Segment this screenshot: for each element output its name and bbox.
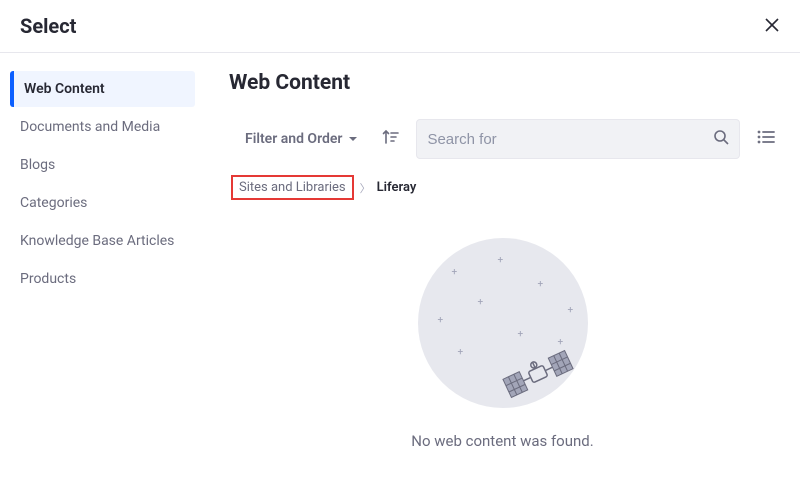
sort-icon[interactable] bbox=[378, 124, 404, 154]
sidebar-item-products[interactable]: Products bbox=[10, 261, 195, 297]
modal-header: Select bbox=[0, 0, 800, 53]
modal-body: Web Content Documents and Media Blogs Ca… bbox=[0, 53, 800, 504]
search-field[interactable] bbox=[416, 119, 740, 159]
breadcrumb-root-link[interactable]: Sites and Libraries bbox=[231, 175, 354, 200]
sidebar: Web Content Documents and Media Blogs Ca… bbox=[0, 53, 205, 504]
sidebar-item-label: Documents and Media bbox=[20, 119, 160, 135]
close-icon[interactable] bbox=[764, 16, 780, 36]
sidebar-item-categories[interactable]: Categories bbox=[10, 185, 195, 221]
page-title: Web Content bbox=[229, 71, 780, 95]
sidebar-item-label: Products bbox=[20, 271, 76, 287]
breadcrumb: Sites and Libraries 〉 Liferay bbox=[231, 175, 780, 200]
modal-title: Select bbox=[20, 14, 76, 38]
empty-state: + + + + + + + + + bbox=[225, 218, 780, 504]
sidebar-item-label: Blogs bbox=[20, 157, 55, 173]
sidebar-item-documents-media[interactable]: Documents and Media bbox=[10, 109, 195, 145]
filter-order-dropdown[interactable]: Filter and Order bbox=[237, 125, 366, 153]
caret-down-icon bbox=[348, 134, 358, 144]
empty-illustration: + + + + + + + + + bbox=[418, 238, 588, 408]
main-panel: Web Content Filter and Order bbox=[205, 53, 800, 504]
search-icon[interactable] bbox=[713, 129, 729, 149]
sidebar-item-blogs[interactable]: Blogs bbox=[10, 147, 195, 183]
sidebar-item-web-content[interactable]: Web Content bbox=[10, 71, 195, 107]
chevron-right-icon: 〉 bbox=[360, 180, 371, 196]
breadcrumb-current: Liferay bbox=[377, 180, 417, 195]
empty-message: No web content was found. bbox=[411, 432, 593, 450]
sidebar-item-label: Categories bbox=[20, 195, 87, 211]
filter-order-label: Filter and Order bbox=[245, 131, 342, 147]
list-view-icon[interactable] bbox=[752, 123, 780, 155]
sidebar-item-knowledge-base[interactable]: Knowledge Base Articles bbox=[10, 223, 195, 259]
toolbar: Filter and Order bbox=[225, 119, 780, 159]
search-input[interactable] bbox=[427, 131, 713, 148]
sidebar-item-label: Web Content bbox=[24, 81, 105, 97]
sidebar-item-label: Knowledge Base Articles bbox=[20, 233, 174, 249]
satellite-icon bbox=[498, 344, 578, 404]
